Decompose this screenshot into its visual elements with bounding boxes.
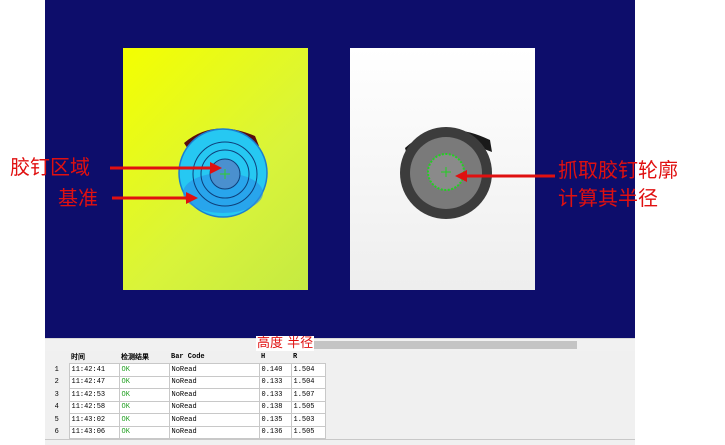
results-table: 时间 检测结果 Bar Code H R 1 11:42:41 OK NoRea… xyxy=(45,351,326,439)
arrow-reference xyxy=(112,192,198,204)
cell-barcode: NoRead xyxy=(168,413,260,427)
arrow-capture-contour xyxy=(455,170,555,182)
cell-result: OK xyxy=(118,400,170,414)
cell-time: 11:43:02 xyxy=(68,413,120,427)
cell-radius: 1.503 xyxy=(290,413,326,427)
cell-barcode: NoRead xyxy=(168,363,260,377)
header-radius[interactable]: R xyxy=(291,351,325,364)
row-index: 1 xyxy=(45,363,69,376)
cell-barcode: NoRead xyxy=(168,425,260,439)
table-row[interactable]: 5 11:43:02 OK NoRead 0.135 1.503 xyxy=(45,413,326,427)
header-index xyxy=(45,351,69,364)
cell-time: 11:42:47 xyxy=(68,375,120,389)
cell-height: 0.133 xyxy=(258,388,292,402)
annotation-height-radius: 高度 半径 xyxy=(256,336,315,352)
cell-height: 0.138 xyxy=(258,400,292,414)
table-row[interactable]: 3 11:42:53 OK NoRead 0.133 1.507 xyxy=(45,388,326,402)
table-row[interactable]: 1 11:42:41 OK NoRead 0.140 1.504 xyxy=(45,363,326,377)
annotation-calc-radius: 计算其半径 xyxy=(558,186,658,210)
cell-height: 0.133 xyxy=(258,375,292,389)
cell-radius: 1.504 xyxy=(290,363,326,377)
cell-radius: 1.505 xyxy=(290,425,326,439)
row-index: 4 xyxy=(45,401,69,414)
cell-result: OK xyxy=(118,375,170,389)
table-header-row: 时间 检测结果 Bar Code H R xyxy=(45,351,325,364)
table-bottom-edge xyxy=(45,439,635,445)
cell-result: OK xyxy=(118,388,170,402)
table-row[interactable]: 4 11:42:58 OK NoRead 0.138 1.505 xyxy=(45,400,326,414)
cell-time: 11:43:06 xyxy=(68,425,120,439)
horizontal-scrollbar[interactable] xyxy=(45,338,635,351)
annotation-capture-contour: 抓取胶钉轮廓 xyxy=(558,158,678,182)
row-index: 6 xyxy=(45,426,69,439)
cell-radius: 1.507 xyxy=(290,388,326,402)
table-row[interactable]: 2 11:42:47 OK NoRead 0.133 1.504 xyxy=(45,375,326,389)
cell-time: 11:42:53 xyxy=(68,388,120,402)
cell-height: 0.140 xyxy=(258,363,292,377)
cell-barcode: NoRead xyxy=(168,375,260,389)
cell-time: 11:42:41 xyxy=(68,363,120,377)
header-height[interactable]: H xyxy=(259,351,291,364)
annotation-glue-region: 胶钉区域 xyxy=(10,155,90,179)
table-row[interactable]: 6 11:43:06 OK NoRead 0.136 1.505 xyxy=(45,425,326,439)
header-result[interactable]: 检测结果 xyxy=(119,351,169,364)
cell-result: OK xyxy=(118,363,170,377)
row-index: 2 xyxy=(45,376,69,389)
cell-height: 0.136 xyxy=(258,425,292,439)
cell-radius: 1.504 xyxy=(290,375,326,389)
results-table-panel: 时间 检测结果 Bar Code H R 1 11:42:41 OK NoRea… xyxy=(45,351,635,439)
cell-barcode: NoRead xyxy=(168,400,260,414)
scrollbar-thumb[interactable] xyxy=(305,341,577,349)
cell-radius: 1.505 xyxy=(290,400,326,414)
cell-barcode: NoRead xyxy=(168,388,260,402)
row-index: 5 xyxy=(45,413,69,426)
cell-result: OK xyxy=(118,425,170,439)
cell-result: OK xyxy=(118,413,170,427)
header-barcode[interactable]: Bar Code xyxy=(169,351,259,364)
header-time[interactable]: 时间 xyxy=(69,351,119,364)
row-index: 3 xyxy=(45,388,69,401)
annotation-reference: 基准 xyxy=(58,186,98,210)
cell-time: 11:42:58 xyxy=(68,400,120,414)
cell-height: 0.135 xyxy=(258,413,292,427)
